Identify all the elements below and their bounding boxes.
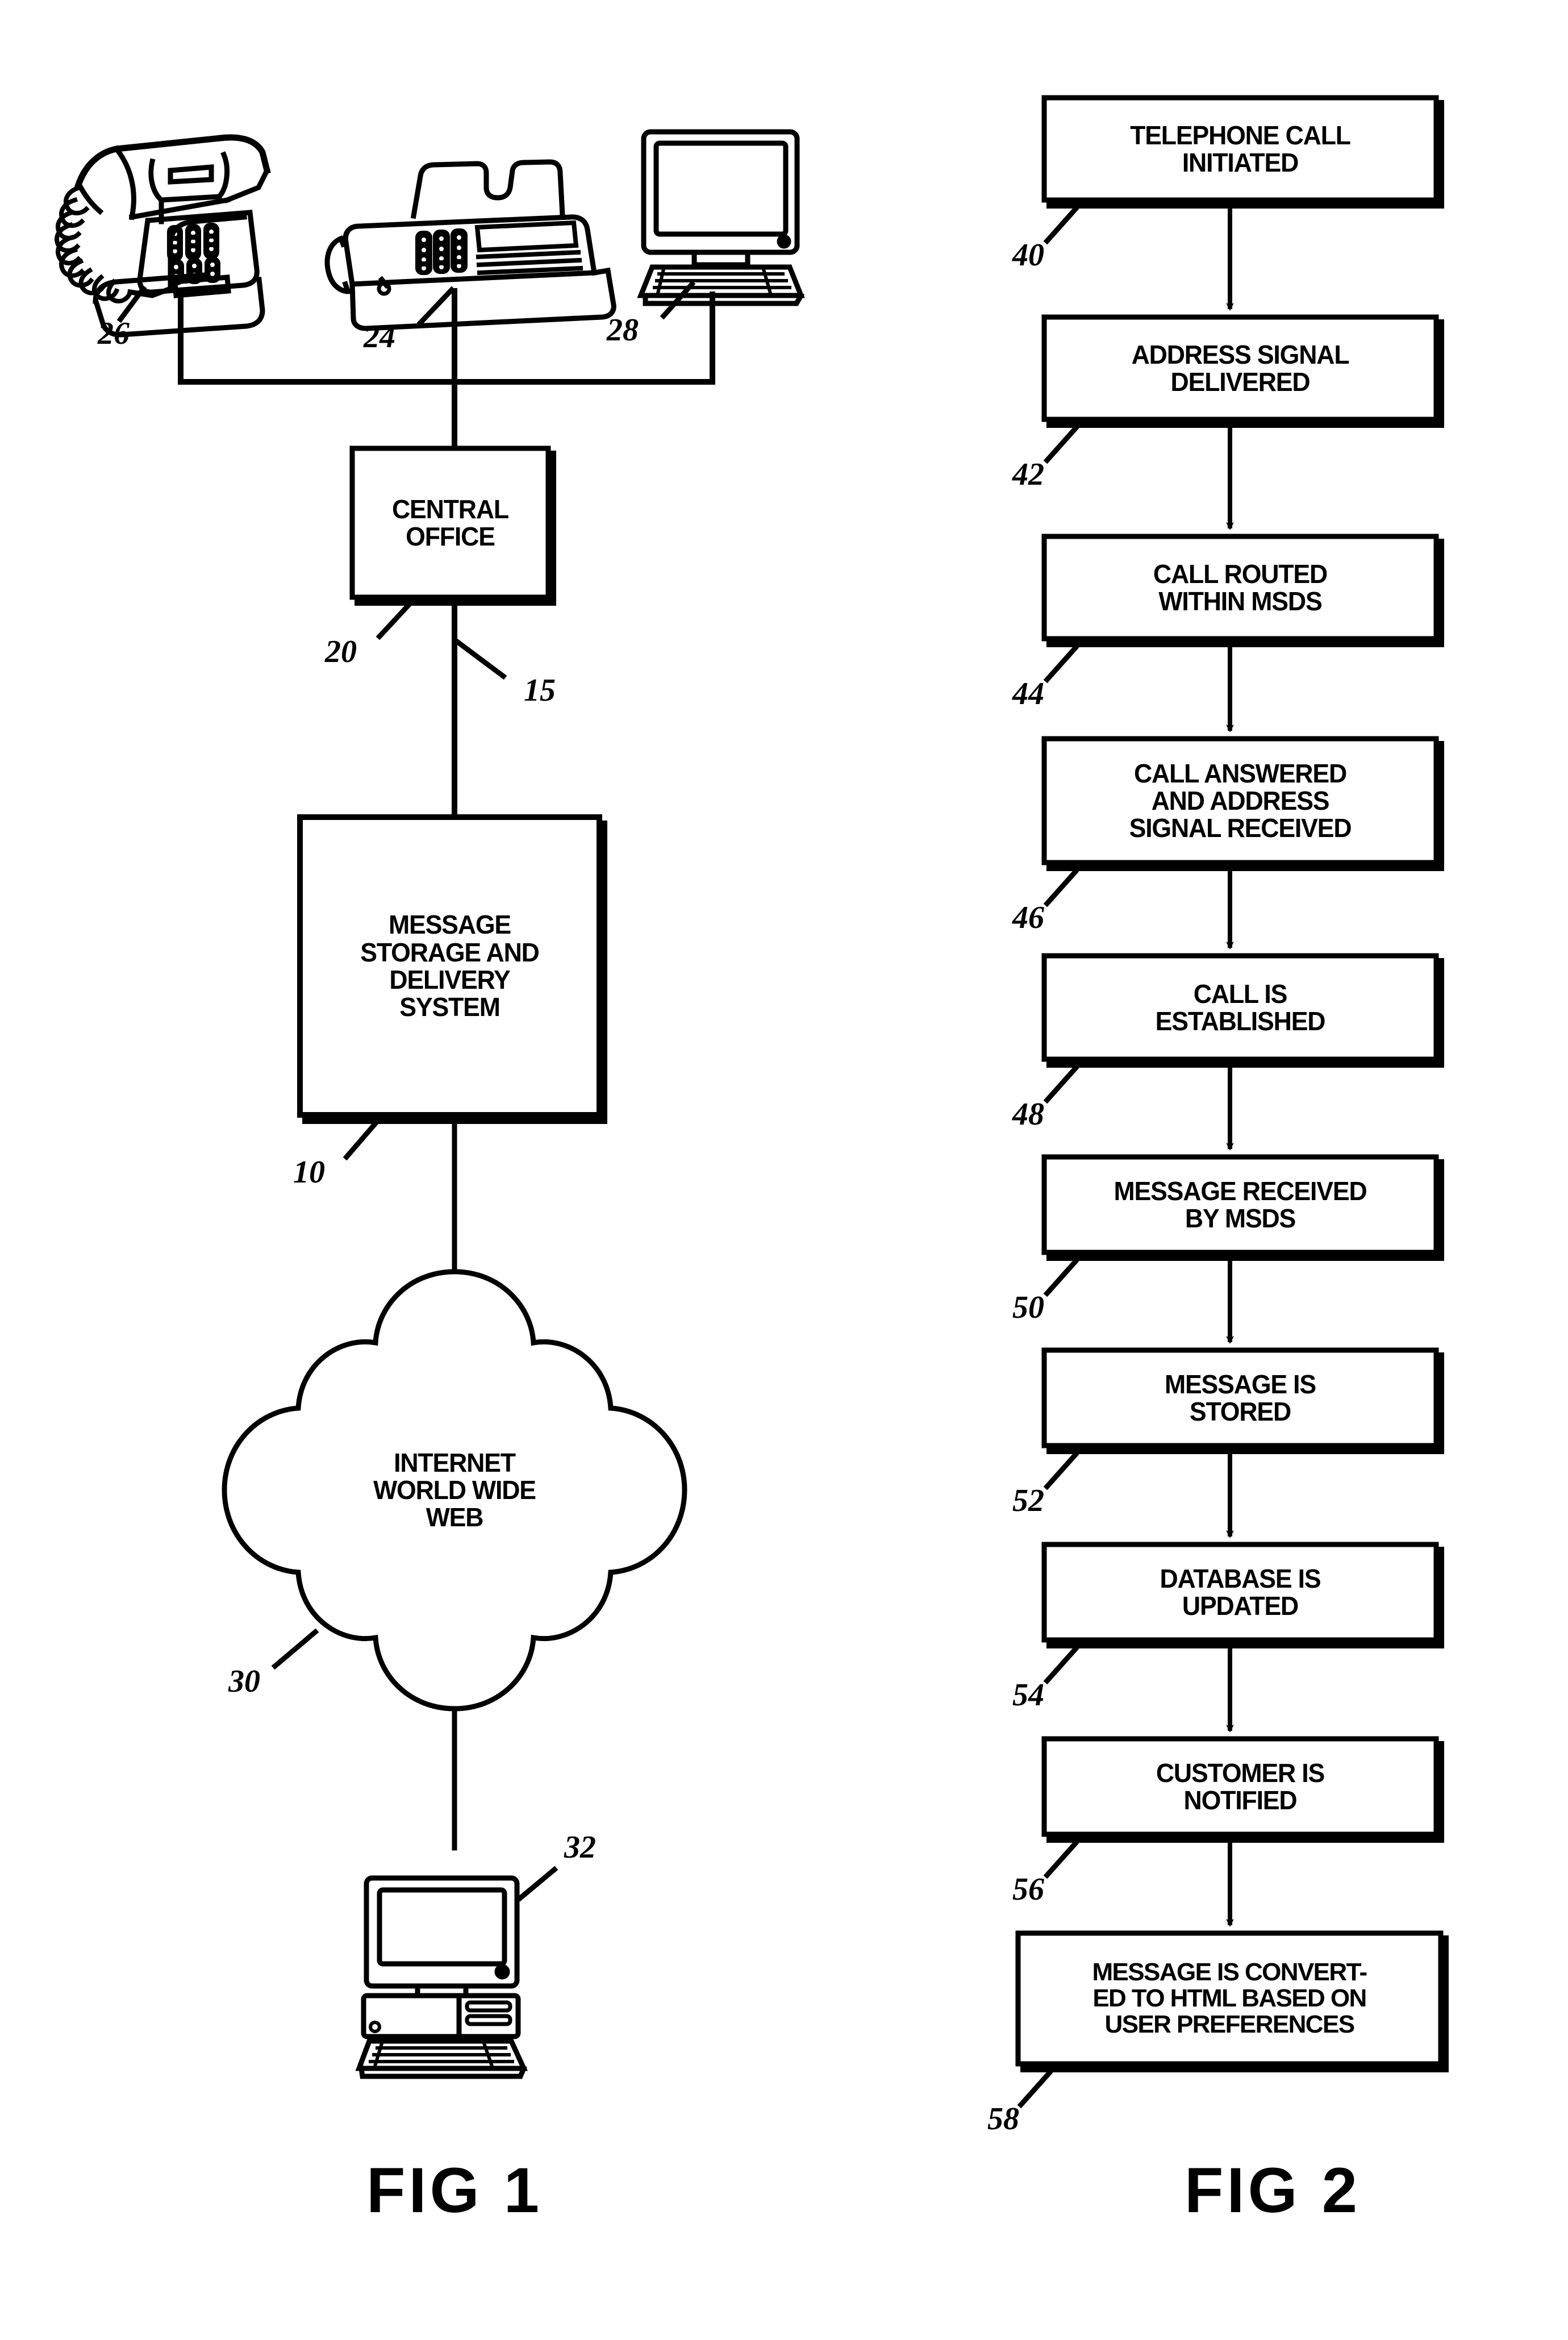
leader-24	[416, 286, 456, 327]
leader-58	[1017, 2069, 1053, 2109]
flow-box-40	[1041, 95, 1444, 209]
fax-machine-icon	[324, 159, 616, 331]
leader-40	[1043, 205, 1079, 245]
central-office-box	[349, 445, 556, 606]
leader-42	[1043, 424, 1079, 464]
msds-box	[297, 814, 607, 1124]
flow-box-42	[1041, 314, 1444, 428]
leader-32	[516, 1866, 558, 1902]
flow-box-46	[1041, 736, 1444, 871]
leader-20	[376, 601, 413, 640]
desktop-computer-icon	[637, 129, 805, 306]
internet-cloud-shape	[222, 1269, 687, 1712]
leader-15	[452, 637, 507, 680]
leader-54	[1043, 1645, 1079, 1685]
leader-30	[271, 1628, 319, 1670]
desk-telephone-icon	[55, 134, 271, 338]
flow-box-52	[1041, 1347, 1444, 1454]
flow-box-54	[1041, 1542, 1444, 1648]
flow-box-56	[1041, 1736, 1444, 1843]
flow-box-50	[1041, 1154, 1444, 1261]
leader-44	[1043, 644, 1079, 684]
desktop-computer-bottom-icon	[355, 1875, 528, 2079]
flow-box-44	[1041, 534, 1444, 647]
leader-50	[1043, 1258, 1079, 1297]
leader-46	[1043, 868, 1079, 907]
drawing-canvas	[55, 95, 1449, 2109]
leader-10	[343, 1120, 379, 1161]
leader-52	[1043, 1451, 1079, 1490]
flow-box-48	[1041, 953, 1444, 1068]
leader-56	[1043, 1839, 1079, 1879]
leader-48	[1043, 1064, 1079, 1104]
patent-drawing-sheet: 26 24 28 CENTRAL OFFICE 20 15 MESSAGE ST…	[0, 0, 1568, 2340]
flow-box-58	[1015, 1930, 1449, 2072]
